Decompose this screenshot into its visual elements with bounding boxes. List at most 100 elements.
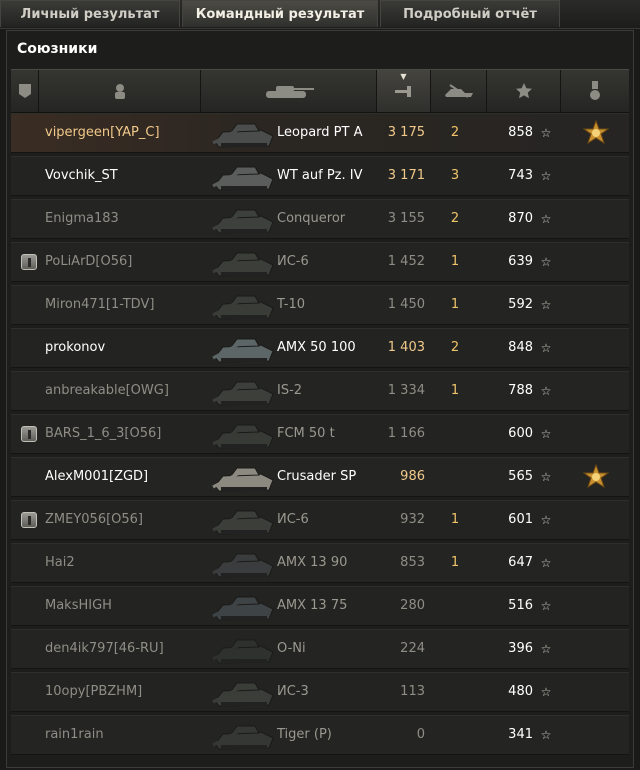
tank-icon	[209, 589, 279, 623]
player-row[interactable]: Miron471[1-TDV] T-10 1 450 1 592 ☆	[11, 285, 629, 325]
tank-icon	[209, 288, 279, 322]
damage-value: 3 171	[387, 168, 425, 183]
player-row[interactable]: MaksHIGH AMX 13 75 280 516 ☆	[11, 586, 629, 626]
platoon-icon	[18, 84, 31, 98]
player-name: Enigma183	[45, 211, 119, 226]
team-results-panel: Союзники ▼ vipergeen[YAP_C] Leopard PT A…	[6, 30, 634, 768]
medal-icon[interactable]	[582, 463, 610, 490]
vehicle-name: Conqueror	[277, 211, 346, 226]
xp-star-icon: ☆	[540, 728, 552, 742]
player-row[interactable]: 10opy[PBZHM] ИС-3 113 480 ☆	[11, 672, 629, 712]
platoon-column-header[interactable]	[11, 70, 39, 112]
xp-value: 639	[508, 254, 533, 269]
tab-personal-result[interactable]: Личный результат	[0, 0, 180, 27]
xp-value: 858	[508, 125, 533, 140]
player-name: rain1rain	[45, 727, 104, 742]
xp-value: 480	[508, 684, 533, 699]
vehicle-name: ИС-6	[277, 254, 309, 269]
xp-value: 647	[508, 555, 533, 570]
player-name: Hai2	[45, 555, 75, 570]
tank-icon	[209, 159, 279, 193]
xp-star-icon: ☆	[540, 427, 552, 441]
vehicle-name: Leopard PT A	[277, 125, 363, 140]
kills-icon	[444, 84, 473, 98]
damage-value: 3 155	[387, 211, 425, 226]
team-title: Союзники	[17, 41, 98, 57]
kills-value	[447, 673, 463, 711]
medal-icon[interactable]	[582, 119, 610, 146]
xp-value: 341	[508, 727, 533, 742]
xp-star-icon: ☆	[540, 212, 552, 226]
player-row[interactable]: AlexM001[ZGD] Crusader SP 986 565 ☆	[11, 457, 629, 497]
xp-value: 600	[508, 426, 533, 441]
tank-icon	[209, 675, 279, 709]
damage-value: 0	[416, 727, 425, 742]
medal-column-header[interactable]	[561, 70, 629, 112]
xp-star-icon: ☆	[540, 556, 552, 570]
player-name: anbreakable[OWG]	[45, 383, 169, 398]
kills-value: 2	[450, 125, 460, 140]
vehicle-name: FCM 50 t	[277, 426, 335, 441]
player-name: prokonov	[45, 340, 106, 355]
xp-star-icon: ☆	[540, 599, 552, 613]
tank-icon	[209, 718, 279, 752]
xp-star-icon: ☆	[540, 298, 552, 312]
kills-value	[447, 458, 463, 496]
xp-star-icon: ☆	[540, 513, 552, 527]
tank-icon	[265, 86, 314, 98]
player-name: 10opy[PBZHM]	[45, 684, 143, 699]
kills-value: 1	[450, 555, 460, 570]
damage-value: 280	[400, 598, 425, 613]
player-name: PoLiArD[O56]	[45, 254, 133, 269]
xp-value: 565	[508, 469, 533, 484]
xp-star-icon: ☆	[540, 169, 552, 183]
kills-column-header[interactable]	[431, 70, 487, 112]
xp-value: 870	[508, 211, 533, 226]
tab-detailed-report[interactable]: Подробный отчёт	[380, 0, 560, 27]
xp-value: 396	[508, 641, 533, 656]
damage-value: 986	[400, 469, 425, 484]
vehicle-name: AMX 50 100	[277, 340, 356, 355]
player-name: Vovchik_ST	[45, 168, 118, 183]
damage-value: 1 450	[387, 297, 425, 312]
player-row[interactable]: vipergeen[YAP_C] Leopard PT A 3 175 2 858 ☆	[11, 113, 629, 153]
player-row[interactable]: Enigma183 Conqueror 3 155 2 870 ☆	[11, 199, 629, 239]
player-row[interactable]: anbreakable[OWG] IS-2 1 334 1 788 ☆	[11, 371, 629, 411]
xp-star-icon: ☆	[540, 642, 552, 656]
damage-value: 1 334	[387, 383, 425, 398]
tank-icon	[209, 632, 279, 666]
xp-column-header[interactable]	[487, 70, 561, 112]
kills-value: 1	[450, 383, 460, 398]
player-row[interactable]: Hai2 AMX 13 90 853 1 647 ☆	[11, 543, 629, 583]
kills-value: 3	[450, 168, 460, 183]
kills-value: 1	[450, 254, 460, 269]
tab-team-result[interactable]: Командный результат	[182, 0, 378, 27]
xp-star-icon: ☆	[540, 384, 552, 398]
player-column-header[interactable]	[39, 70, 201, 112]
player-row[interactable]: prokonov AMX 50 100 1 403 2 848 ☆	[11, 328, 629, 368]
player-name: den4ik797[46-RU]	[45, 641, 164, 656]
damage-column-header[interactable]: ▼	[377, 70, 431, 112]
player-name: BARS_1_6_3[O56]	[45, 426, 162, 441]
player-rows: vipergeen[YAP_C] Leopard PT A3 175 2 858 ☆ …	[11, 113, 629, 758]
tank-icon	[209, 116, 279, 150]
xp-star-icon	[515, 83, 532, 99]
player-row[interactable]: Vovchik_ST WT auf Pz. IV 3 171 3 743 ☆	[11, 156, 629, 196]
player-name: MaksHIGH	[45, 598, 112, 613]
damage-value: 3 175	[387, 125, 425, 140]
player-row[interactable]: rain1rain Tiger (P) 0 341 ☆	[11, 715, 629, 755]
player-row[interactable]: ZMEY056[O56] ИС-6 932 1 601 ☆	[11, 500, 629, 540]
damage-value: 932	[400, 512, 425, 527]
player-row[interactable]: BARS_1_6_3[O56] FCM 50 t 1 166 600 ☆	[11, 414, 629, 454]
vehicle-column-header[interactable]	[201, 70, 377, 112]
player-row[interactable]: den4ik797[46-RU] O-Ni 224 396 ☆	[11, 629, 629, 669]
kills-value	[447, 630, 463, 668]
player-row[interactable]: PoLiArD[O56] ИС-6 1 452 1 639 ☆	[11, 242, 629, 282]
platoon-badge-icon	[21, 254, 37, 270]
xp-star-icon: ☆	[540, 685, 552, 699]
vehicle-name: ИС-3	[277, 684, 309, 699]
tank-icon	[209, 374, 279, 408]
player-icon	[114, 84, 125, 99]
xp-star-icon: ☆	[540, 341, 552, 355]
platoon-badge-icon	[21, 512, 37, 528]
